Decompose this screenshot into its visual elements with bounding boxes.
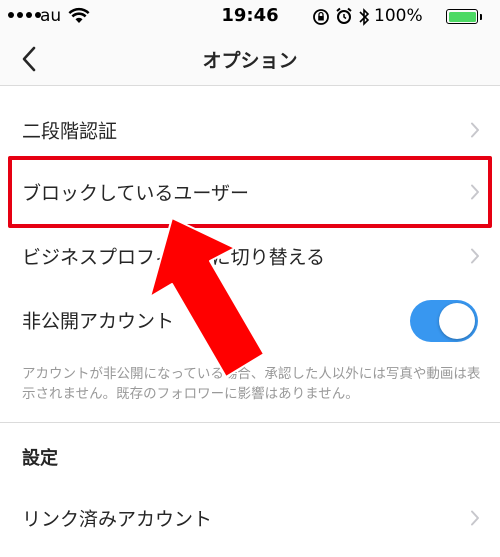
two-factor-auth-row[interactable]: 二段階認証: [0, 100, 500, 160]
page-title: オプション: [202, 50, 298, 72]
two-factor-auth-label: 二段階認証: [22, 120, 118, 143]
navigation-bar: オプション: [0, 34, 500, 86]
business-profile-label: ビジネスプロフィールに切り替える: [22, 246, 326, 269]
battery-cap: [480, 14, 482, 20]
private-account-description: アカウントが非公開になっている場合、承認した人以外には写真や動画は表示されません…: [22, 366, 481, 402]
alarm-icon: [336, 7, 352, 24]
linked-accounts-row[interactable]: リンク済みアカウント: [0, 488, 500, 548]
private-account-label: 非公開アカウント: [22, 310, 175, 333]
battery-percent: 100%: [374, 6, 423, 26]
battery-fill: [448, 11, 476, 22]
chevron-right-icon: [471, 510, 479, 526]
linked-accounts-label: リンク済みアカウント: [22, 508, 213, 531]
battery-icon: [446, 9, 478, 24]
private-account-toggle[interactable]: [410, 300, 478, 342]
chevron-right-icon: [471, 122, 479, 138]
highlight-box: [8, 156, 492, 228]
chevron-right-icon: [471, 248, 479, 264]
toggle-knob: [439, 303, 475, 339]
orientation-lock-icon: [313, 9, 329, 25]
clock: 19:46: [221, 5, 279, 26]
status-bar: au 19:46 100%: [0, 0, 500, 34]
bluetooth-icon: [359, 8, 370, 26]
settings-section-title: 設定: [22, 448, 58, 469]
section-divider: [0, 422, 500, 423]
business-profile-row[interactable]: ビジネスプロフィールに切り替える: [0, 226, 500, 286]
